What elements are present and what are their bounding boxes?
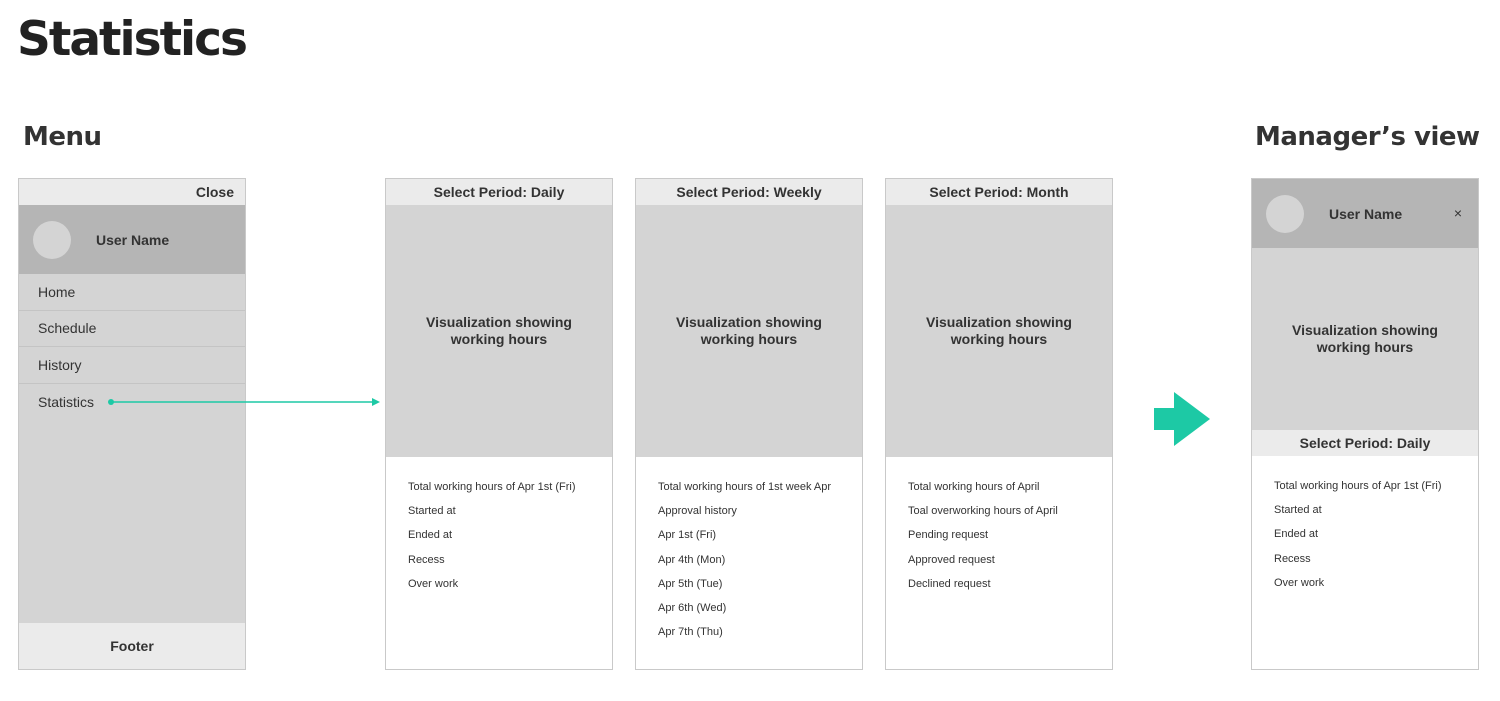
flow-connector-line bbox=[108, 398, 380, 406]
connector-arrowhead bbox=[372, 398, 380, 406]
flow-annotations bbox=[108, 392, 1210, 446]
right-arrow-icon bbox=[1154, 392, 1210, 446]
